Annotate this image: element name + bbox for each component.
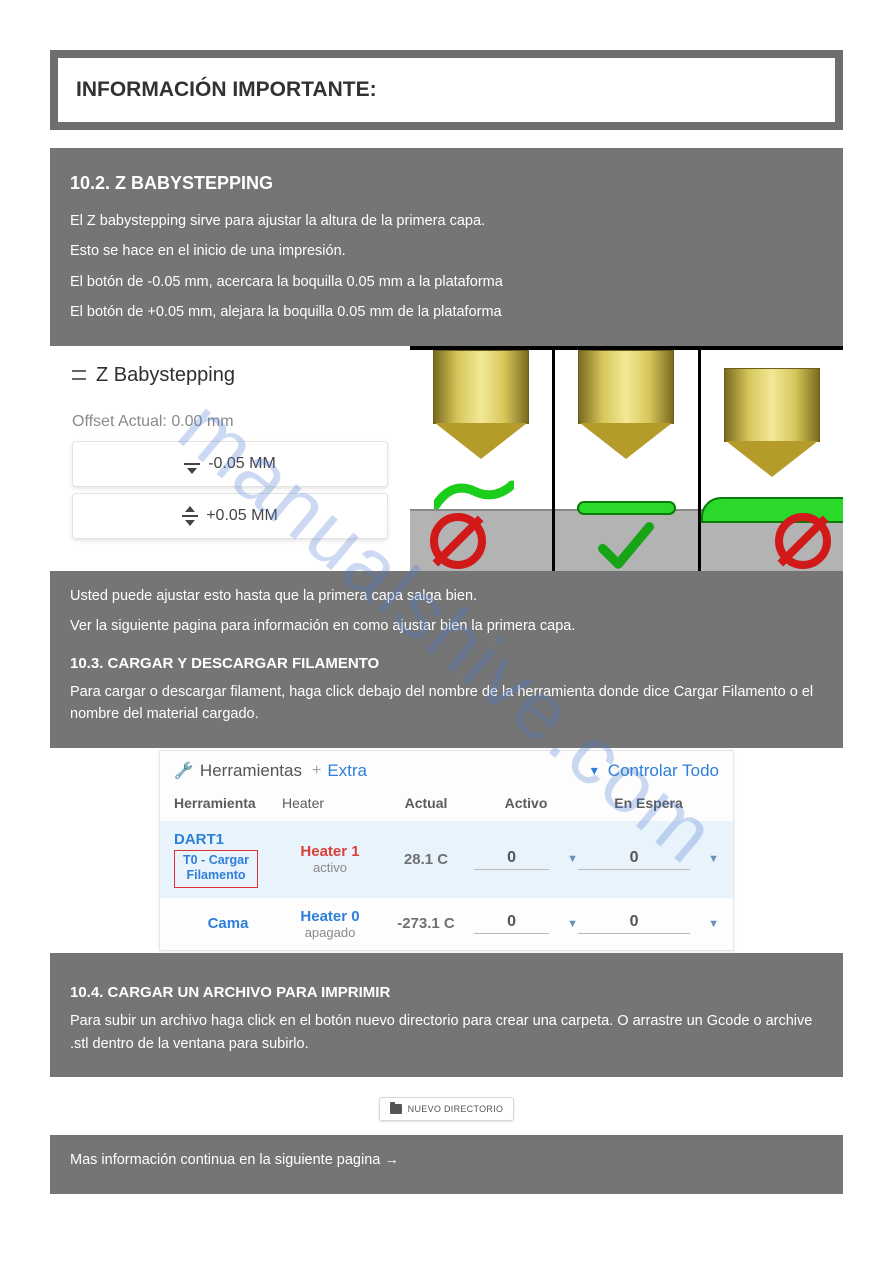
prohibited-icon	[775, 513, 831, 569]
important-info-title: INFORMACIÓN IMPORTANTE:	[76, 78, 817, 102]
active-temp-value: 0	[474, 849, 549, 870]
extra-link[interactable]: Extra	[327, 761, 367, 781]
footer-note: Mas información continua en la siguiente…	[50, 1135, 843, 1193]
filament-heading: 10.3. CARGAR Y DESCARGAR FILAMENTO	[70, 652, 823, 675]
standby-temp-select[interactable]: 0 ▼	[578, 849, 719, 870]
checkmark-icon	[598, 519, 654, 571]
heater-state: apagado	[282, 925, 378, 940]
footer-text: Mas información continua en la siguiente…	[70, 1149, 823, 1171]
folder-plus-icon	[390, 1104, 402, 1114]
offset-actual-label: Offset Actual: 0.00 mm	[72, 413, 388, 431]
nozzle-too-high-cell	[410, 350, 552, 571]
col-tool: Herramienta	[174, 795, 282, 811]
gap-desc-2: Ver la siguiente pagina para información…	[70, 615, 823, 637]
upload-heading: 10.4. CARGAR UN ARCHIVO PARA IMPRIMIR	[70, 981, 823, 1004]
col-active: Activo	[474, 795, 578, 811]
heater-name[interactable]: Heater 1	[282, 843, 378, 860]
nozzle-too-low-cell	[698, 350, 843, 571]
babystep-plus-label: +0.05 MM	[206, 507, 278, 525]
plus-icon: +	[312, 762, 321, 780]
tools-title: Herramientas	[200, 761, 302, 781]
heater-name[interactable]: Heater 0	[282, 908, 378, 925]
active-temp-select[interactable]: 0 ▼	[474, 913, 578, 934]
load-line2: Filamento	[186, 868, 245, 882]
standby-temp-select[interactable]: 0 ▼	[578, 913, 719, 934]
arrow-compress-icon	[184, 455, 200, 473]
gap-desc-1: Usted puede ajustar esto hasta que la pr…	[70, 585, 823, 607]
babystep-desc-2: Esto se hace en el inicio de una impresi…	[70, 240, 823, 262]
new-directory-label: NUEVO DIRECTORIO	[408, 1104, 504, 1114]
filament-desc: Para cargar o descargar filament, haga c…	[70, 681, 823, 726]
chevron-down-icon: ▼	[567, 853, 578, 865]
prohibited-icon	[430, 513, 486, 569]
babystep-visual-row: Z Babystepping Offset Actual: 0.00 mm -0…	[50, 346, 843, 571]
babystep-desc-3: El botón de -0.05 mm, acercara la boquil…	[70, 271, 823, 293]
wrench-icon: 🔧	[174, 761, 194, 781]
tools-header-row: Herramienta Heater Actual Activo En Espe…	[160, 789, 733, 821]
tool-name[interactable]: Cama	[174, 915, 282, 932]
chevron-down-icon: ▼	[567, 918, 578, 930]
col-actual: Actual	[378, 795, 474, 811]
upload-desc: Para subir un archivo haga click en el b…	[70, 1010, 823, 1055]
zbaby-title: Z Babystepping	[96, 364, 235, 387]
active-temp-select[interactable]: 0 ▼	[474, 849, 578, 870]
table-row: Cama Heater 0 apagado -273.1 C 0 ▼ 0 ▼	[160, 898, 733, 950]
col-heater: Heater	[282, 795, 378, 811]
arrow-expand-icon	[182, 507, 198, 525]
table-row: DART1 T0 - Cargar Filamento Heater 1 act…	[160, 821, 733, 898]
actual-temp: 28.1 C	[378, 851, 474, 868]
tool-name[interactable]: DART1	[174, 831, 282, 848]
babystep-minus-button[interactable]: -0.05 MM	[72, 441, 388, 487]
heater-state: activo	[282, 860, 378, 875]
standby-temp-value: 0	[578, 913, 690, 934]
babystep-desc-1: El Z babystepping sirve para ajustar la …	[70, 210, 823, 232]
chevron-down-icon: ▼	[708, 853, 719, 865]
load-line1: T0 - Cargar	[183, 853, 249, 867]
tools-panel: 🔧 Herramientas + Extra ▾ Controlar Todo …	[159, 750, 734, 951]
active-temp-value: 0	[474, 913, 549, 934]
babystep-desc-4: El botón de +0.05 mm, alejara la boquill…	[70, 301, 823, 323]
new-directory-button[interactable]: NUEVO DIRECTORIO	[379, 1097, 515, 1121]
nozzle-height-diagram	[410, 346, 843, 571]
nozzle-correct-cell	[552, 350, 697, 571]
actual-temp: -273.1 C	[378, 915, 474, 932]
col-standby: En Espera	[578, 795, 719, 811]
babystep-section: 10.2. Z BABYSTEPPING El Z babystepping s…	[50, 148, 843, 346]
filament-section: Usted puede ajustar esto hasta que la pr…	[50, 571, 843, 748]
important-info-frame: INFORMACIÓN IMPORTANTE:	[50, 50, 843, 130]
zbaby-card: Z Babystepping Offset Actual: 0.00 mm -0…	[50, 346, 410, 571]
load-filament-button[interactable]: T0 - Cargar Filamento	[174, 850, 258, 888]
upload-section: 10.4. CARGAR UN ARCHIVO PARA IMPRIMIR Pa…	[50, 953, 843, 1077]
chevron-down-icon: ▼	[708, 918, 719, 930]
babystep-heading: 10.2. Z BABYSTEPPING	[70, 170, 823, 198]
collapse-icon: ▾	[591, 762, 598, 779]
babystep-icon	[72, 366, 86, 384]
control-all-link[interactable]: Controlar Todo	[608, 761, 719, 781]
standby-temp-value: 0	[578, 849, 690, 870]
babystep-plus-button[interactable]: +0.05 MM	[72, 493, 388, 539]
babystep-minus-label: -0.05 MM	[208, 455, 276, 473]
